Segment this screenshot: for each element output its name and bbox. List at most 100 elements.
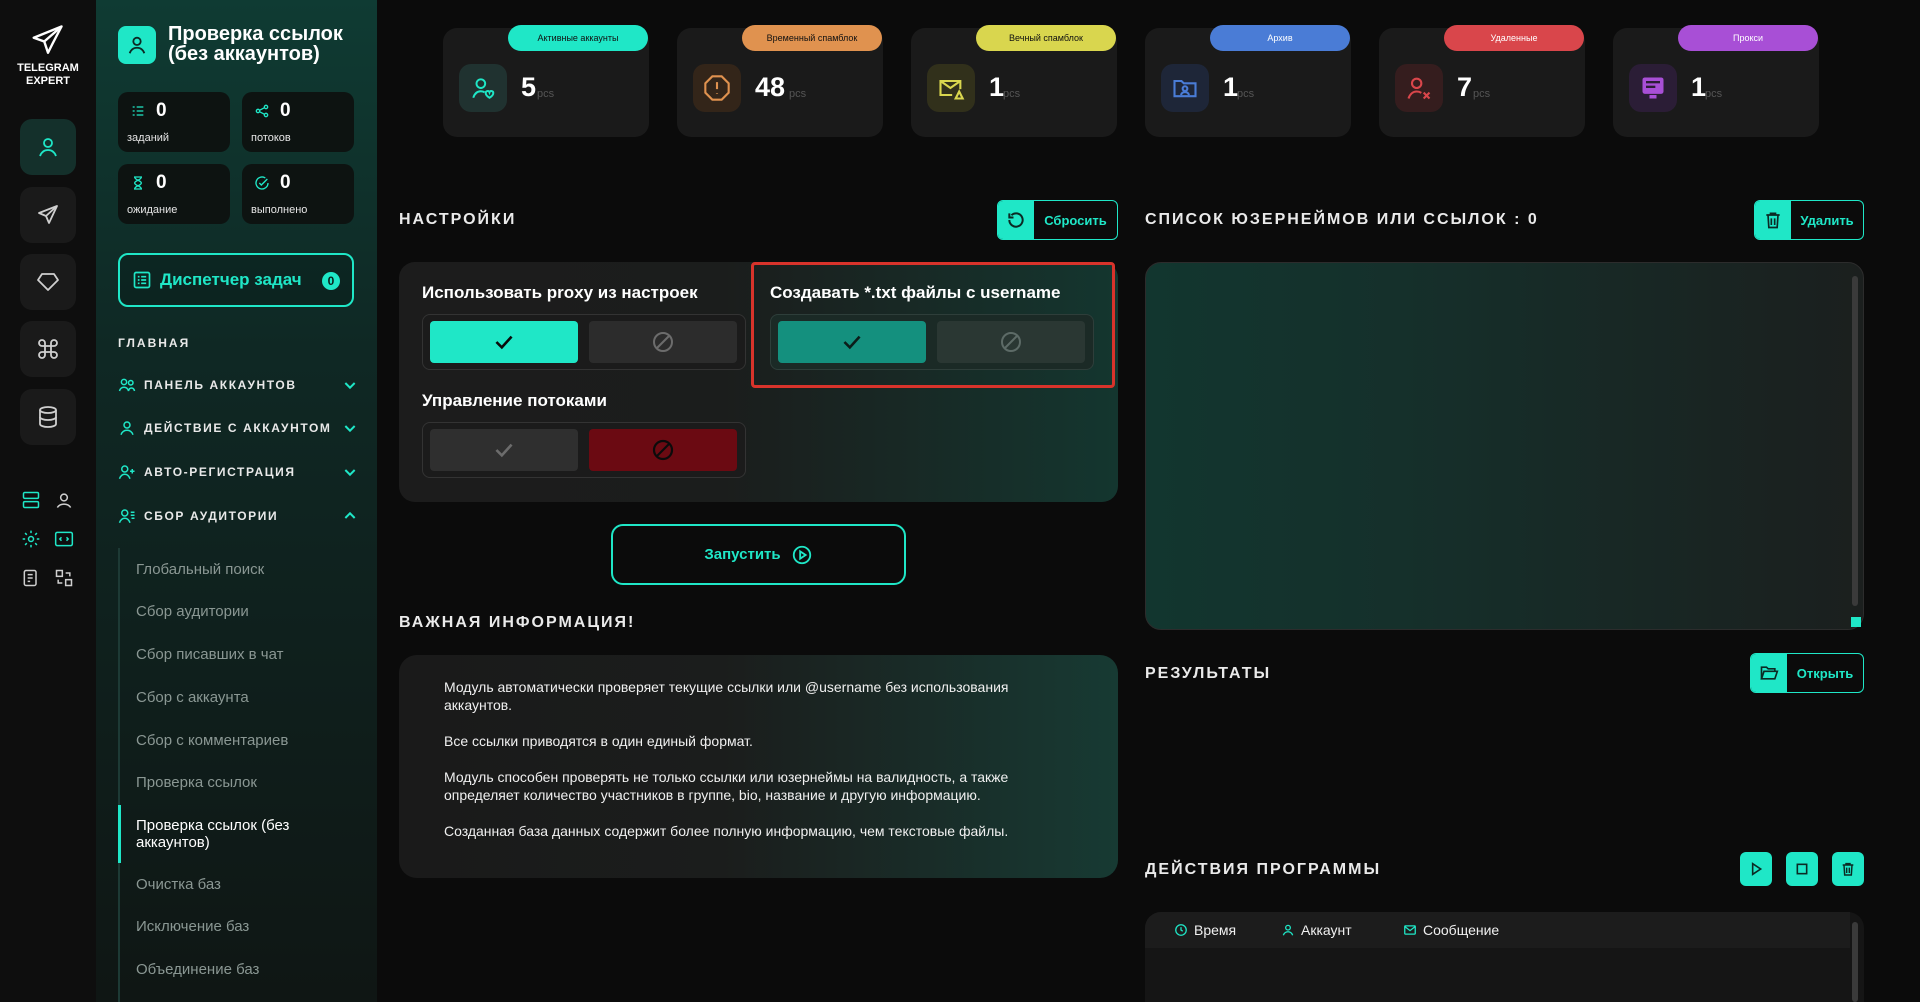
rail-convert-button[interactable] <box>52 566 76 590</box>
rail-location-button[interactable] <box>52 488 76 512</box>
nav-item-account-actions[interactable]: ДЕЙСТВИЕ С АККАУНТОМ <box>118 418 358 438</box>
card-value: 48 <box>755 72 786 102</box>
rail-settings-button[interactable] <box>19 527 43 551</box>
check-icon <box>495 443 513 458</box>
log-col-account-label: Аккаунт <box>1301 922 1352 938</box>
stat-waiting: 0 ожидание <box>118 164 230 224</box>
reset-button[interactable]: Сбросить <box>997 200 1118 240</box>
card-archive[interactable]: Архив 1 pcs <box>1145 25 1351 137</box>
card-unit: pcs <box>1237 88 1255 100</box>
log-play-button[interactable] <box>1740 852 1772 886</box>
play-icon <box>1751 862 1763 876</box>
rail-notes-button[interactable] <box>19 566 43 590</box>
rail-database-button[interactable] <box>20 389 76 445</box>
check-circle-icon <box>255 176 269 190</box>
app-logo[interactable]: TELEGRAM EXPERT <box>0 22 96 88</box>
logo-text-line1: TELEGRAM <box>17 62 79 74</box>
info-panel: Модуль автоматически проверяет текущие с… <box>399 655 1118 878</box>
chevron-down-icon <box>344 425 356 433</box>
rail-premium-button[interactable] <box>20 254 76 310</box>
submenu-audience-collection[interactable]: Сбор аудитории <box>136 603 346 620</box>
info-paragraph: Созданная база данных содержит более пол… <box>444 823 1009 839</box>
card-tag: Архив <box>1210 25 1350 51</box>
submenu-from-comments[interactable]: Сбор с комментариев <box>136 732 346 749</box>
server-icon <box>22 491 40 509</box>
rail-mailing-button[interactable] <box>20 187 76 243</box>
card-active-accounts[interactable]: Активные аккаунты 5 pcs <box>443 25 649 137</box>
trash-icon <box>1842 862 1854 876</box>
actions-heading: ДЕЙСТВИЯ ПРОГРАММЫ <box>1145 861 1382 878</box>
task-dispatcher-button[interactable]: Диспетчер задач 0 <box>118 253 354 307</box>
card-value: 5 <box>521 72 537 102</box>
card-unit: pcs <box>789 88 807 100</box>
rail-code-button[interactable] <box>52 527 76 551</box>
submenu-link-check[interactable]: Проверка ссылок <box>136 774 346 791</box>
run-button[interactable]: Запустить <box>611 524 906 585</box>
resize-handle[interactable] <box>1851 617 1861 627</box>
card-unit: pcs <box>1473 88 1491 100</box>
gear-icon <box>22 530 40 548</box>
submenu-db-merge[interactable]: Объединение баз <box>136 961 346 978</box>
card-deleted[interactable]: Удаленные 7 pcs <box>1379 25 1585 137</box>
chevron-up-icon <box>344 511 356 519</box>
use-proxy-toggle <box>422 314 746 370</box>
telegram-icon <box>32 25 63 54</box>
submenu-db-exclude[interactable]: Исключение баз <box>136 918 346 935</box>
card-unit: pcs <box>537 88 555 100</box>
log-col-time[interactable]: Время <box>1174 922 1236 938</box>
log-stop-button[interactable] <box>1786 852 1818 886</box>
nav-item-audience-collection[interactable]: СБОР АУДИТОРИИ <box>118 506 358 526</box>
play-circle-icon <box>792 545 811 564</box>
card-tag: Временный спамблок <box>742 25 882 51</box>
check-icon <box>495 335 513 350</box>
card-temp-spamblock[interactable]: Временный спамблок 48 pcs <box>677 25 883 137</box>
rail-commands-button[interactable] <box>20 321 76 377</box>
log-col-message[interactable]: Сообщение <box>1403 922 1499 938</box>
nav-item-label: ДЕЙСТВИЕ С АККАУНТОМ <box>144 421 332 435</box>
stat-threads-label: потоков <box>251 132 291 144</box>
use-proxy-off[interactable] <box>589 321 737 363</box>
list-scrollbar[interactable] <box>1852 276 1858 606</box>
diamond-icon <box>37 273 59 291</box>
card-perm-spamblock[interactable]: Вечный спамблок 1 pcs <box>911 25 1117 137</box>
trash-icon <box>1755 201 1791 239</box>
submenu-from-account[interactable]: Сбор с аккаунта <box>136 689 346 706</box>
user-icon <box>120 421 134 436</box>
ban-icon <box>653 332 673 352</box>
nav-section-main: ГЛАВНАЯ <box>118 336 191 350</box>
nav-item-auto-registration[interactable]: АВТО-РЕГИСТРАЦИЯ <box>118 462 358 482</box>
log-clear-button[interactable] <box>1832 852 1864 886</box>
submenu-chat-writers[interactable]: Сбор писавших в чат <box>136 646 346 663</box>
rail-accounts-button[interactable] <box>20 119 76 175</box>
delete-list-button[interactable]: Удалить <box>1754 200 1864 240</box>
user-icon <box>39 138 57 157</box>
module-title: Проверка ссылок (без аккаунтов) <box>168 23 343 65</box>
submenu-line <box>118 548 120 1002</box>
open-results-button[interactable]: Открыть <box>1750 653 1864 693</box>
dispatcher-label: Диспетчер задач <box>160 270 302 289</box>
chevron-down-icon <box>344 382 356 390</box>
threads-toggle <box>422 422 746 478</box>
refresh-icon <box>998 201 1034 239</box>
nav-item-label: АВТО-РЕГИСТРАЦИЯ <box>144 465 296 479</box>
log-scrollbar[interactable] <box>1852 922 1858 1002</box>
nav-item-accounts-panel[interactable]: ПАНЕЛЬ АККАУНТОВ <box>118 375 358 395</box>
usernames-textarea[interactable] <box>1145 262 1864 630</box>
stat-threads-value: 0 <box>280 100 291 121</box>
info-paragraph: Все ссылки приводятся в один единый форм… <box>444 733 753 749</box>
submenu-link-check-no-accounts[interactable]: Проверка ссылок (без аккаунтов) <box>136 817 346 851</box>
module-user-icon <box>118 26 156 64</box>
log-col-account[interactable]: Аккаунт <box>1281 922 1352 938</box>
icon-rail: TELEGRAM EXPERT <box>0 0 96 1002</box>
submenu-db-cleanup[interactable]: Очистка баз <box>136 876 346 893</box>
rail-server-button[interactable] <box>19 488 43 512</box>
card-proxy[interactable]: Прокси 1 pcs <box>1613 25 1819 137</box>
tasks-icon <box>132 106 144 116</box>
send-icon <box>38 205 58 224</box>
threads-off[interactable] <box>589 429 737 471</box>
submenu-global-search[interactable]: Глобальный поиск <box>136 561 346 578</box>
delete-label: Удалить <box>1800 212 1854 228</box>
database-icon <box>39 406 57 428</box>
threads-on[interactable] <box>430 429 578 471</box>
use-proxy-on[interactable] <box>430 321 578 363</box>
